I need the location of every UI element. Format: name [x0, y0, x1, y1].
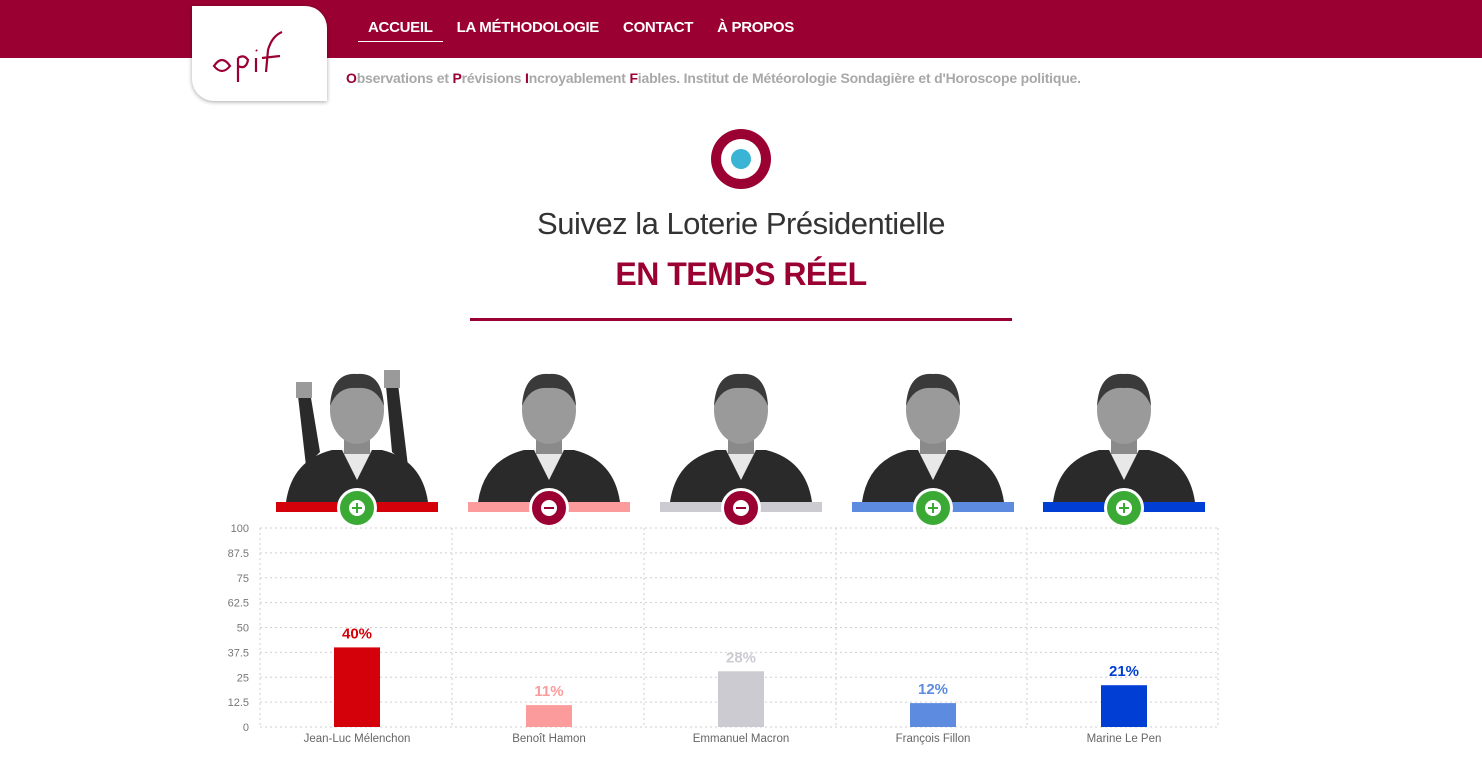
- bar-value-label: 28%: [726, 649, 756, 666]
- category-label: Emmanuel Macron: [693, 733, 790, 745]
- plus-icon: [1116, 500, 1132, 516]
- y-tick-label: 75: [237, 573, 249, 585]
- plus-icon: [349, 500, 365, 516]
- y-tick-label: 12.5: [228, 697, 249, 709]
- vote-minus-button[interactable]: [721, 488, 761, 528]
- logo[interactable]: opif: [192, 6, 327, 101]
- bar-value-label: 40%: [342, 625, 372, 642]
- vote-plus-button[interactable]: [337, 488, 377, 528]
- y-tick-label: 87.5: [228, 548, 249, 560]
- y-tick-label: 0: [243, 722, 249, 734]
- poll-bar-chart: 0 12.5 25 37.5 50 62.5 75 87.5 100 40% Jean-Luc Mé…: [228, 523, 1219, 745]
- minus-icon: [733, 500, 749, 516]
- nav-accueil[interactable]: ACCUEIL: [358, 18, 443, 42]
- bar-value-label: 11%: [534, 683, 563, 700]
- main-nav: ACCUEIL LA MÉTHODOLOGIE CONTACT À PROPOS: [358, 18, 794, 42]
- category-label: Marine Le Pen: [1087, 733, 1162, 745]
- nav-contact[interactable]: CONTACT: [623, 18, 693, 42]
- bar: [334, 647, 380, 727]
- nav-a-propos[interactable]: À PROPOS: [717, 18, 794, 42]
- plus-icon: [925, 500, 941, 516]
- vote-minus-button[interactable]: [529, 488, 569, 528]
- nav-methodologie[interactable]: LA MÉTHODOLOGIE: [457, 18, 600, 42]
- category-label: Benoît Hamon: [512, 733, 586, 745]
- category-label: Jean-Luc Mélenchon: [304, 733, 411, 745]
- bar: [1101, 685, 1147, 727]
- vote-plus-button[interactable]: [1104, 488, 1144, 528]
- category-label: François Fillon: [896, 733, 971, 745]
- y-tick-label: 50: [237, 623, 249, 635]
- y-tick-label: 62.5: [228, 598, 249, 610]
- minus-icon: [541, 500, 557, 516]
- bar-value-label: 21%: [1109, 663, 1139, 680]
- y-tick-label: 37.5: [228, 647, 249, 659]
- bar: [718, 671, 764, 727]
- bar: [910, 703, 956, 727]
- bar-value-label: 12%: [918, 681, 948, 698]
- y-tick-label: 100: [231, 523, 249, 535]
- bar: [526, 705, 572, 727]
- opif-logo-icon: [212, 30, 283, 82]
- y-tick-label: 25: [237, 672, 249, 684]
- vote-plus-button[interactable]: [913, 488, 953, 528]
